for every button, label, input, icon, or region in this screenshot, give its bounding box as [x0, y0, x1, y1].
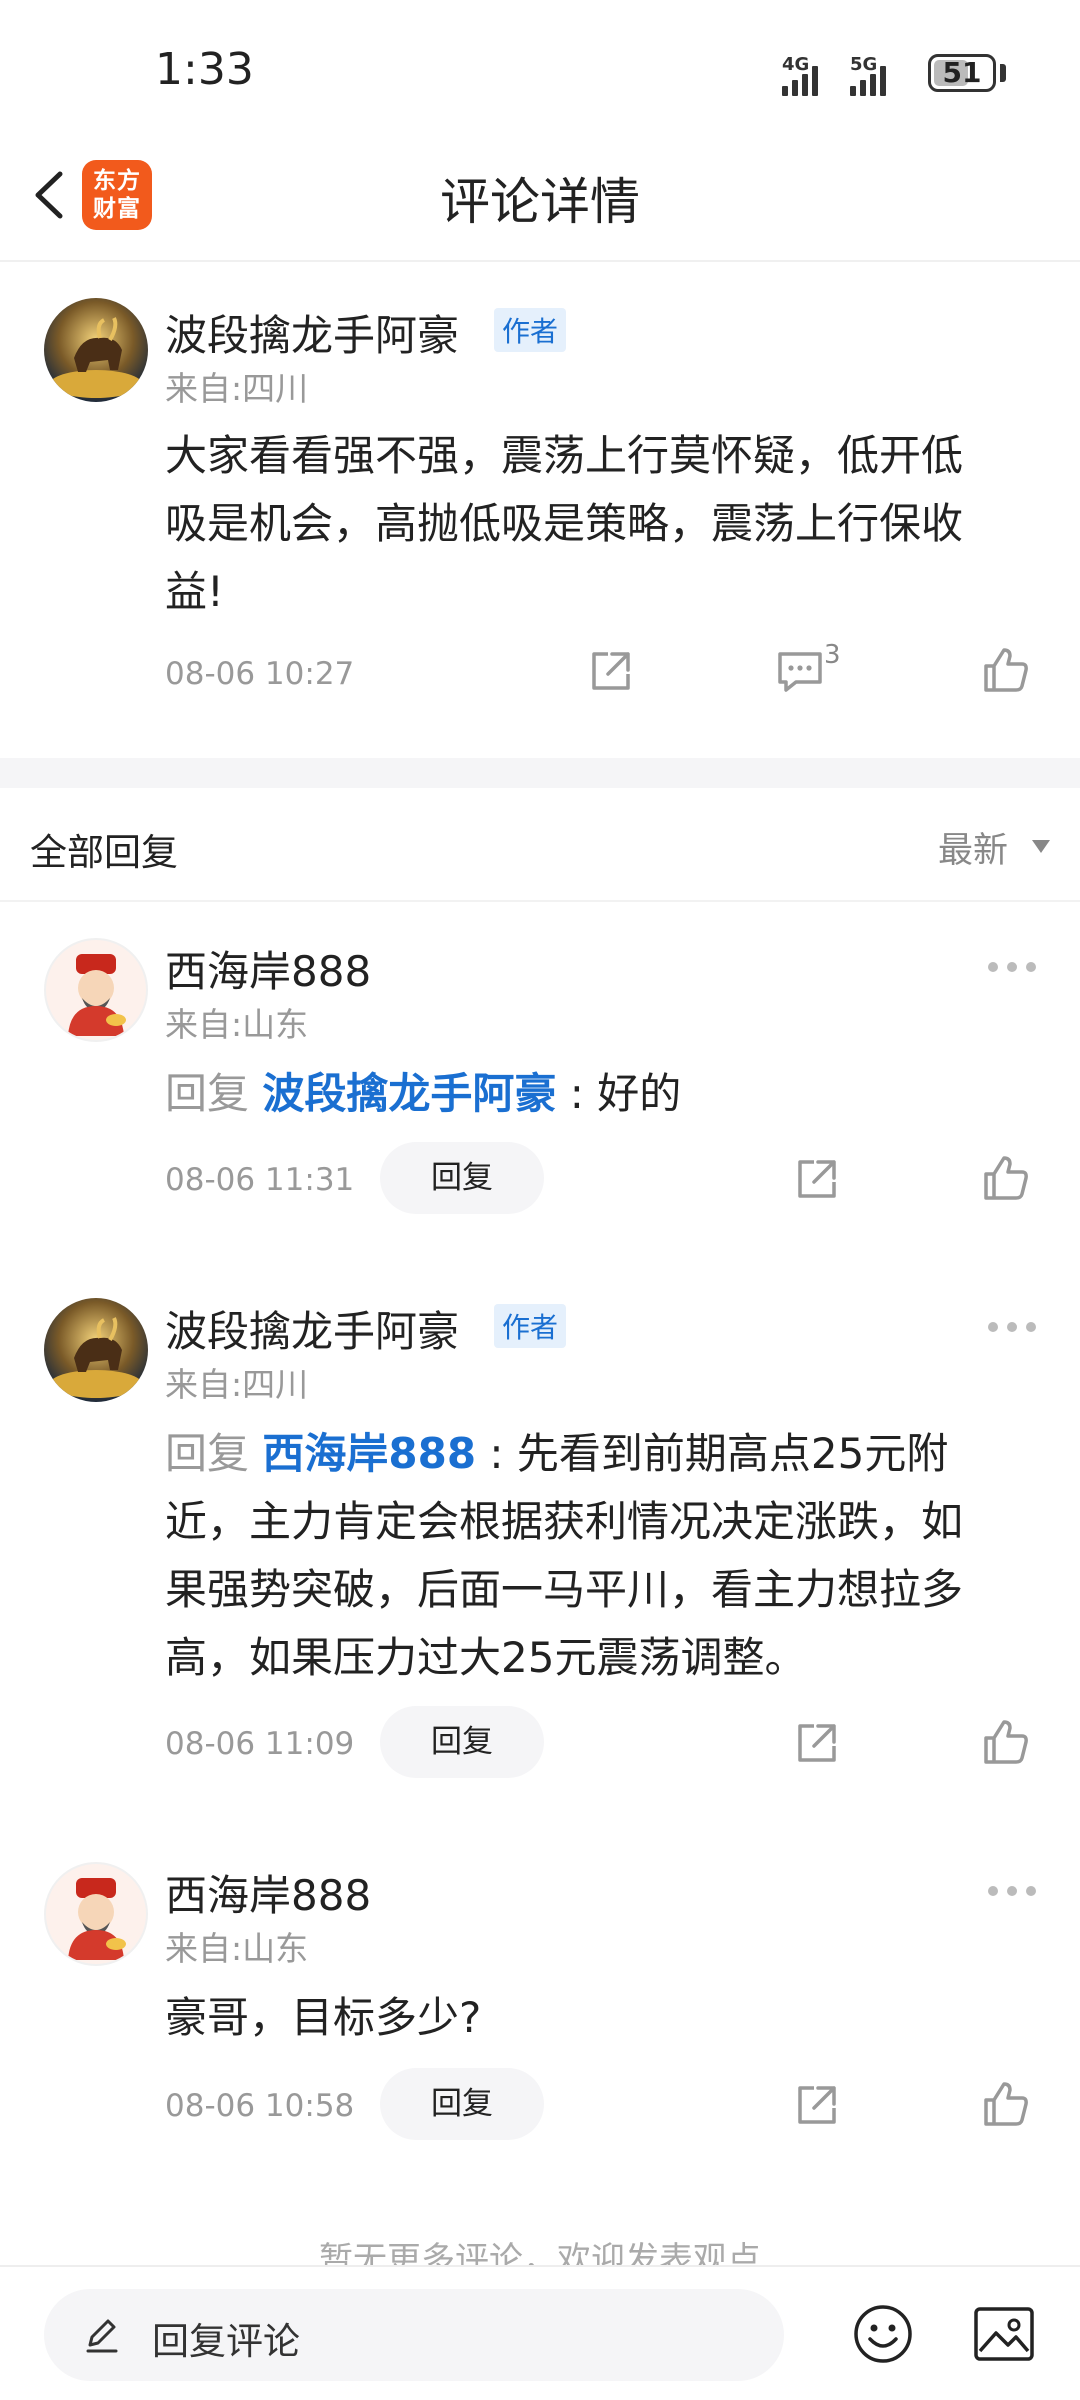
- page-title: 评论详情: [440, 173, 640, 231]
- reply-target-link[interactable]: 波段擒龙手阿豪: [262, 1069, 556, 1118]
- author-name[interactable]: 西海岸888: [165, 1862, 371, 1923]
- reply-content: 回复 西海岸888 : 先看到前期高点25元附 近，主力肯定会根据获利情况决定涨…: [165, 1429, 964, 1682]
- comment-icon[interactable]: [774, 646, 826, 696]
- status-time: 1:33: [155, 44, 254, 95]
- reply-item: 波段擒龙手阿豪 作者 来自:四川 回复 西海岸888 : 先看到前期高点25元附…: [0, 1262, 1080, 1822]
- main-comment: 波段擒龙手阿豪 作者 来自:四川 大家看看强不强，震荡上行莫怀疑，低开低 吸是机…: [0, 262, 1080, 758]
- reply-item: 西海岸888 来自:山东 豪哥，目标多少? 08-06 10:58 回复: [0, 1826, 1080, 2156]
- comment-content: 大家看看强不强，震荡上行莫怀疑，低开低 吸是机会，高抛低吸是策略，震荡上行保收 …: [165, 431, 964, 616]
- reply-item: 西海岸888 来自:山东 回复 波段擒龙手阿豪 : 好的 08-06 11:31…: [0, 902, 1080, 1232]
- fortune-god-avatar-icon: [68, 954, 126, 1036]
- share-icon[interactable]: [586, 646, 636, 696]
- share-icon[interactable]: [792, 2080, 842, 2130]
- fortune-god-avatar-icon: [68, 1878, 126, 1960]
- like-icon[interactable]: [980, 644, 1032, 696]
- reply-time: 08-06 11:31: [165, 1162, 355, 1198]
- location-label: 来自:山东: [165, 1929, 309, 1968]
- reply-time: 08-06 10:58: [165, 2088, 355, 2124]
- reply-button[interactable]: 回复: [380, 1706, 544, 1778]
- like-icon[interactable]: [980, 2078, 1032, 2130]
- author-badge: 作者: [494, 308, 567, 352]
- share-icon[interactable]: [792, 1718, 842, 1768]
- emoji-icon[interactable]: [852, 2303, 914, 2365]
- more-options-icon[interactable]: [988, 1886, 1036, 1896]
- image-icon[interactable]: [972, 2305, 1036, 2363]
- location-label: 来自:四川: [165, 369, 309, 408]
- avatar[interactable]: [44, 938, 148, 1042]
- comment-time: 08-06 10:27: [165, 656, 355, 692]
- author-name[interactable]: 波段擒龙手阿豪: [165, 302, 459, 363]
- sort-dropdown[interactable]: 最新: [938, 822, 1008, 873]
- replies-section-header: 全部回复 最新: [0, 788, 1080, 902]
- avatar[interactable]: [44, 298, 148, 402]
- location-label: 来自:山东: [165, 1005, 309, 1044]
- author-badge: 作者: [494, 1304, 567, 1348]
- bottom-bar: 回复评论: [0, 2265, 1080, 2400]
- reply-button[interactable]: 回复: [380, 1142, 544, 1214]
- reply-count: 3: [824, 640, 841, 670]
- location-label: 来自:四川: [165, 1365, 309, 1404]
- reply-content: 豪哥，目标多少?: [165, 1993, 482, 2042]
- section-title: 全部回复: [30, 831, 178, 874]
- pencil-icon: [86, 2319, 118, 2353]
- author-name[interactable]: 西海岸888: [165, 938, 371, 999]
- reply-content: 回复 波段擒龙手阿豪 : 好的: [165, 1069, 682, 1118]
- status-bar: 1:33 4G 5G 51: [0, 0, 1080, 140]
- battery-level: 51: [942, 56, 982, 89]
- like-icon[interactable]: [980, 1716, 1032, 1768]
- reply-target-link[interactable]: 西海岸888: [262, 1429, 476, 1478]
- share-icon[interactable]: [792, 1154, 842, 1204]
- avatar[interactable]: [44, 1862, 148, 1966]
- avatar[interactable]: [44, 1298, 148, 1402]
- author-name[interactable]: 波段擒龙手阿豪: [165, 1298, 459, 1359]
- reply-prefix: 回复: [165, 1069, 250, 1118]
- bull-avatar-icon: [44, 1298, 148, 1402]
- reply-button[interactable]: 回复: [380, 2068, 544, 2140]
- caret-down-icon[interactable]: [1032, 840, 1050, 853]
- battery-cap: [1000, 64, 1006, 82]
- reply-time: 08-06 11:09: [165, 1726, 355, 1762]
- more-options-icon[interactable]: [988, 962, 1036, 972]
- battery-icon: 51: [928, 54, 996, 92]
- like-icon[interactable]: [980, 1152, 1032, 1204]
- section-divider: [0, 758, 1080, 788]
- reply-input[interactable]: 回复评论: [44, 2289, 784, 2381]
- reply-input-placeholder: 回复评论: [152, 2320, 300, 2363]
- bull-avatar-icon: [44, 298, 148, 402]
- more-options-icon[interactable]: [988, 1322, 1036, 1332]
- top-nav: 东方 财富 评论详情: [0, 140, 1080, 262]
- reply-prefix: 回复: [165, 1429, 250, 1478]
